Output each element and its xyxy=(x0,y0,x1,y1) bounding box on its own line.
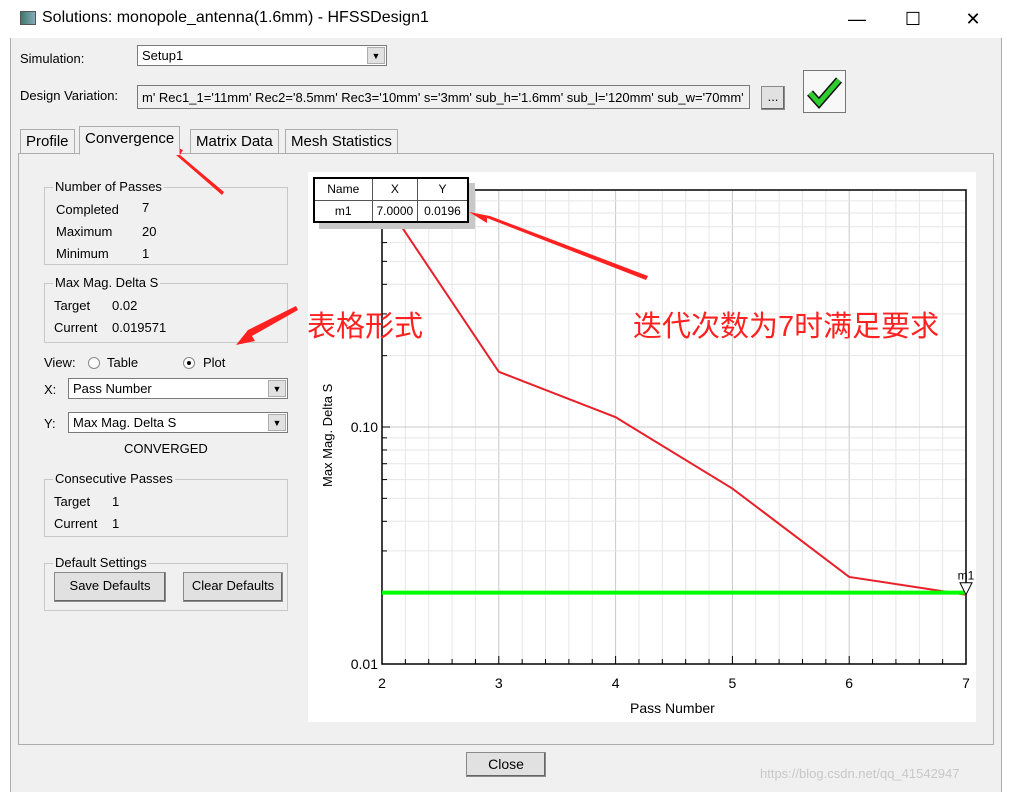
header-x: X xyxy=(371,177,419,201)
view-label: View: xyxy=(44,355,76,370)
simulation-label: Simulation: xyxy=(20,51,85,66)
y-tick-label: 0.01 xyxy=(351,656,378,672)
completed-label: Completed xyxy=(56,202,119,217)
window-title: Solutions: monopole_antenna(1.6mm) - HFS… xyxy=(42,9,429,26)
x-tick-label: 4 xyxy=(612,675,620,691)
design-variation-field[interactable]: m' Rec1_1='11mm' Rec2='8.5mm' Rec3='10mm… xyxy=(137,85,750,109)
x-tick-label: 3 xyxy=(495,675,503,691)
watermark: https://blog.csdn.net/qq_41542947 xyxy=(760,766,960,781)
design-variation-label: Design Variation: xyxy=(20,88,119,103)
convergence-chart: 2 3 4 5 6 7 0.01 0.10 m1 xyxy=(308,172,976,722)
current-label: Current xyxy=(54,516,98,531)
marker-x: 7.0000 xyxy=(371,199,419,223)
tab-profile[interactable]: Profile xyxy=(20,129,75,154)
target-label: Target xyxy=(54,298,91,313)
marker-y: 0.0196 xyxy=(417,199,469,223)
x-tick-label: 7 xyxy=(962,675,970,691)
delta-s-line xyxy=(381,196,967,596)
group-title: Number of Passes xyxy=(53,179,164,194)
minimum-value: 1 xyxy=(142,246,150,261)
chart-svg: 2 3 4 5 6 7 0.01 0.10 m1 xyxy=(351,189,975,691)
convergence-status: CONVERGED xyxy=(124,441,208,456)
group-title: Default Settings xyxy=(53,555,149,570)
header-name: Name xyxy=(313,177,373,201)
app-icon xyxy=(20,11,36,25)
number-of-passes-group: Number of Passes Completed 7 Maximum 20 … xyxy=(44,179,288,265)
simulation-value: Setup1 xyxy=(142,48,184,63)
default-settings-group: Default Settings Save Defaults Clear Def… xyxy=(44,555,288,611)
maximum-value: 20 xyxy=(142,224,157,239)
close-button[interactable]: Close xyxy=(466,752,546,777)
target-value: 1 xyxy=(112,494,120,509)
x-axis-label: X: xyxy=(44,382,57,397)
group-title: Consecutive Passes xyxy=(53,471,175,486)
clear-defaults-button[interactable]: Clear Defaults xyxy=(183,572,283,602)
target-label: Target xyxy=(54,494,91,509)
header-y: Y xyxy=(417,177,469,201)
x-tick-label: 5 xyxy=(729,675,737,691)
tab-convergence[interactable]: Convergence xyxy=(79,126,181,155)
x-axis-select[interactable]: Pass Number ▼ xyxy=(68,378,288,399)
current-value: 0.019571 xyxy=(112,320,167,335)
table-radio[interactable] xyxy=(88,357,100,369)
close-window-button[interactable]: ✕ xyxy=(958,6,988,32)
current-value: 1 xyxy=(112,516,120,531)
minimize-button[interactable]: — xyxy=(842,6,872,32)
marker-name: m1 xyxy=(313,199,373,223)
plot-radio[interactable] xyxy=(183,357,195,369)
y-axis-value: Max Mag. Delta S xyxy=(73,415,177,430)
y-tick-label: 0.10 xyxy=(351,419,378,435)
browse-variation-button[interactable]: ... xyxy=(761,86,785,110)
maximize-button[interactable]: ☐ xyxy=(898,6,928,32)
y-axis-title: Max Mag. Delta S xyxy=(320,383,335,487)
plot-radio-label[interactable]: Plot xyxy=(203,355,225,370)
chevron-down-icon[interactable]: ▼ xyxy=(268,380,286,397)
chevron-down-icon[interactable]: ▼ xyxy=(268,414,286,431)
tab-mesh-statistics[interactable]: Mesh Statistics xyxy=(285,129,398,154)
x-axis-title: Pass Number xyxy=(630,700,715,716)
completed-value: 7 xyxy=(142,200,150,215)
status-button[interactable] xyxy=(803,70,846,113)
y-axis-select[interactable]: Max Mag. Delta S ▼ xyxy=(68,412,288,433)
delta-s-group: Max Mag. Delta S Target 0.02 Current 0.0… xyxy=(44,275,288,343)
group-title: Max Mag. Delta S xyxy=(53,275,161,290)
y-axis-label: Y: xyxy=(44,416,56,431)
maximum-label: Maximum xyxy=(56,224,113,239)
table-form-annotation: 表格形式 xyxy=(307,311,424,343)
consecutive-passes-group: Consecutive Passes Target 1 Current 1 xyxy=(44,471,288,537)
simulation-select[interactable]: Setup1 ▼ xyxy=(137,45,387,66)
current-label: Current xyxy=(54,320,98,335)
target-value: 0.02 xyxy=(112,298,138,313)
minimum-label: Minimum xyxy=(56,246,109,261)
marker-label: m1 xyxy=(958,569,975,583)
tab-matrix-data[interactable]: Matrix Data xyxy=(190,129,279,154)
x-tick-label: 6 xyxy=(845,675,853,691)
green-checkmark-icon xyxy=(807,77,843,110)
chevron-down-icon[interactable]: ▼ xyxy=(367,47,385,64)
x-tick-label: 2 xyxy=(378,675,386,691)
table-radio-label[interactable]: Table xyxy=(107,355,138,370)
converged-note-annotation: 迭代次数为7时满足要求 xyxy=(633,311,940,343)
save-defaults-button[interactable]: Save Defaults xyxy=(54,572,166,602)
marker-table: Name X Y m1 7.0000 0.0196 xyxy=(313,177,469,223)
x-axis-value: Pass Number xyxy=(73,381,152,396)
